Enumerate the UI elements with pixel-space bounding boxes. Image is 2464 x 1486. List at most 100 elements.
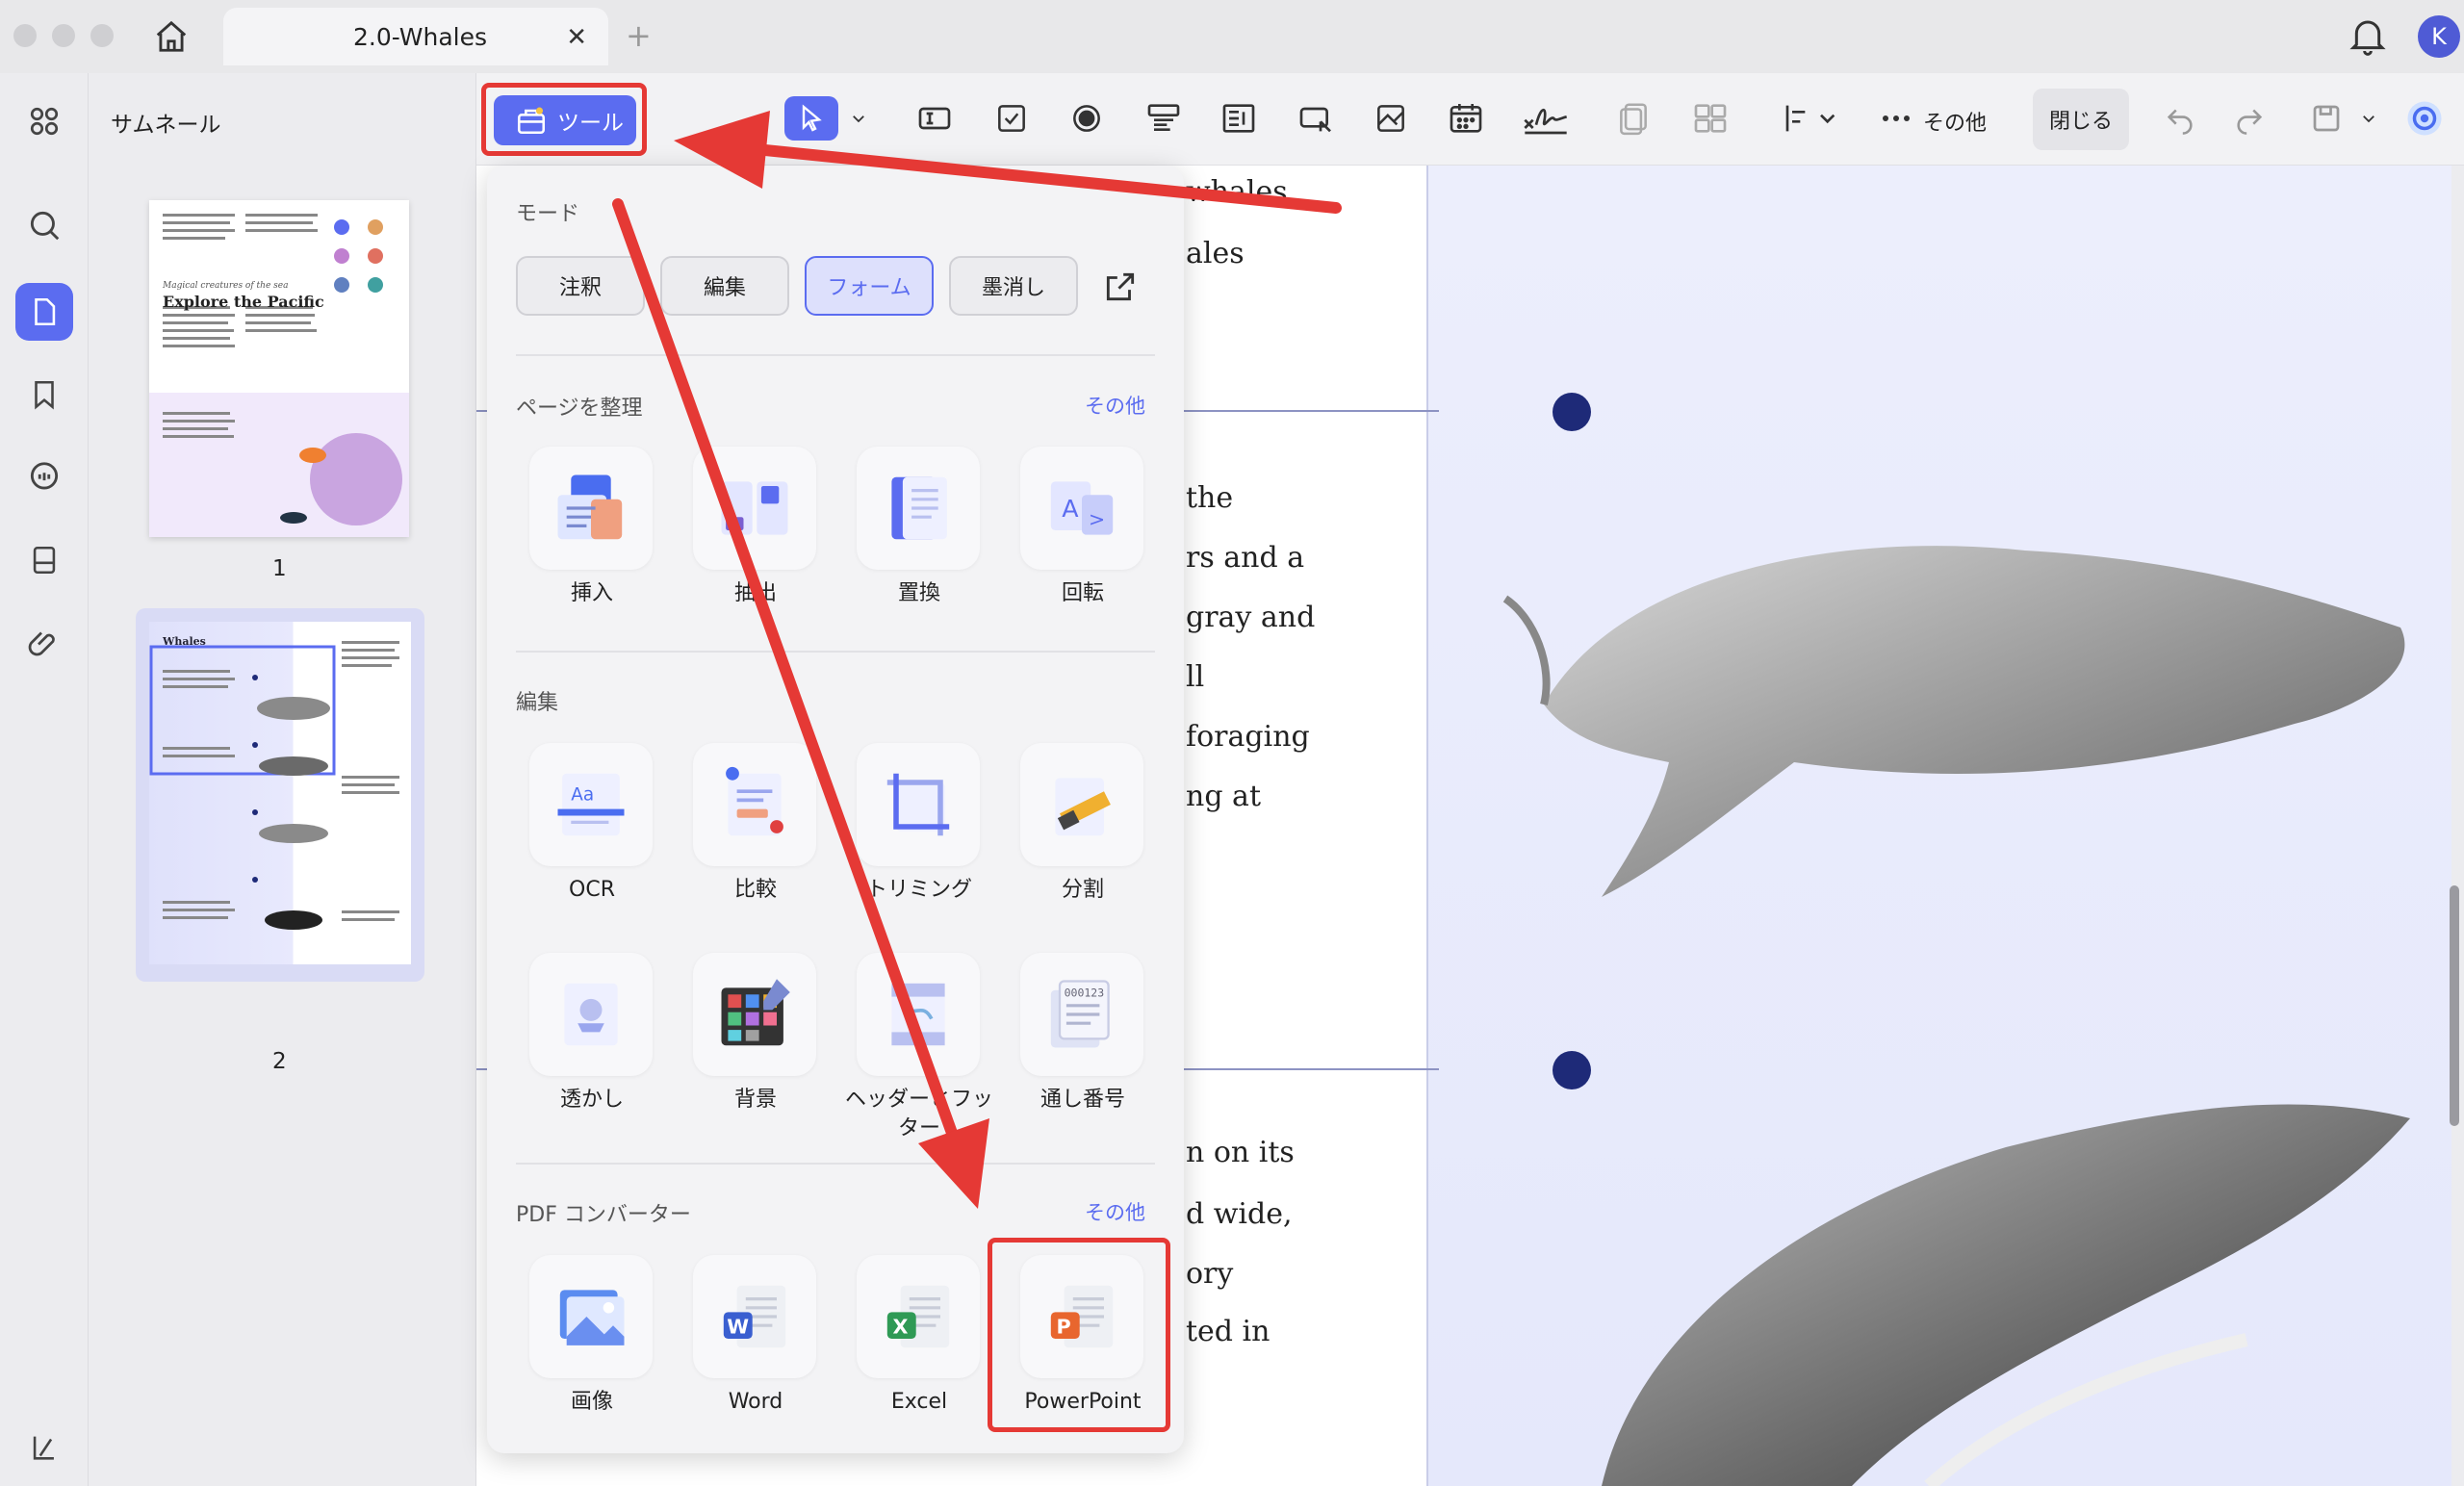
rail-thumbnails-button[interactable] [15,283,73,341]
document-tab[interactable]: 2.0-Whales ✕ [223,8,608,65]
combo-box-icon [1147,104,1180,131]
home-icon [156,20,187,52]
mode-edit-button[interactable]: 編集 [660,256,789,316]
thumbnail-page-1[interactable]: Magical creatures of the sea Explore the… [149,200,409,537]
svg-text:Aa: Aa [571,784,594,805]
text-field-tool-button[interactable] [912,96,957,141]
mode-annotate-button[interactable]: 注釈 [516,256,645,316]
timeline-dot [1553,1051,1591,1089]
svg-text:A: A [1062,495,1079,523]
svg-text:X: X [893,1315,909,1338]
rail-apps-button[interactable] [15,92,73,150]
split-tile[interactable] [1020,743,1143,866]
checkbox-tool-button[interactable] [989,96,1034,141]
tab-close-icon[interactable]: ✕ [566,23,587,52]
replace-pages-tile[interactable] [857,447,980,570]
compare-label: 比較 [733,878,777,902]
image-field-tool-button[interactable] [1369,96,1413,141]
tools-button[interactable]: ツール [494,95,636,145]
combo-box-tool-button[interactable] [1142,96,1186,141]
tools-button-label: ツール [557,111,624,136]
doc-text-fragment: foraging [1186,720,1310,754]
doc-text-fragment: ory [1186,1257,1234,1291]
signature-tool-button[interactable] [1519,96,1573,141]
left-icon-rail [0,73,89,1486]
thumbnail-page-2-selected[interactable]: Whales [136,608,424,982]
align-tool-button[interactable] [1781,96,1842,141]
popout-button[interactable] [1099,266,1142,308]
date-field-tool-button[interactable] [1444,96,1488,141]
radio-tool-button[interactable] [1065,96,1109,141]
rail-search-button[interactable] [15,196,73,254]
background-label: 背景 [733,1088,777,1112]
mode-form-button[interactable]: フォーム [805,256,934,316]
cursor-icon [802,104,822,132]
list-box-tool-button[interactable] [1217,96,1261,141]
user-avatar[interactable]: K [2418,15,2460,58]
header-footer-icon [891,983,945,1046]
split-label: 分割 [1061,878,1104,902]
convert-excel-tile[interactable]: X [857,1255,980,1378]
search-icon [30,211,60,241]
redo-button[interactable] [2227,96,2272,141]
crop-tile[interactable] [857,743,980,866]
title-bar: 2.0-Whales ✕ + K [0,0,2464,73]
button-tool-button[interactable] [1294,96,1338,141]
ocr-tile[interactable]: Aa [529,743,653,866]
insert-pages-tile[interactable] [529,447,653,570]
ai-assistant-button[interactable] [2402,96,2447,141]
sidebar-toggle-icon [33,1436,54,1460]
duplicate-tool-button[interactable] [1611,96,1656,141]
thumbnail-page-2[interactable]: Whales [149,622,411,964]
replace-pages-icon [891,476,947,540]
bates-number-tile[interactable]: 000123 [1020,953,1143,1076]
rail-stamp-button[interactable] [15,531,73,589]
convert-excel-label: Excel [890,1390,948,1414]
extract-pages-tile[interactable] [693,447,816,570]
crop-icon [886,773,950,836]
grid-tool-button[interactable] [1688,96,1732,141]
vertical-scrollbar[interactable] [2450,885,2459,1126]
image-field-icon [1377,105,1404,132]
copy-pages-icon [1620,103,1647,136]
rotate-pages-tile[interactable]: A > [1020,447,1143,570]
page-2-preview [149,641,399,930]
more-tools-label[interactable]: その他 [1923,106,1987,137]
rail-bottom-button[interactable] [15,1419,73,1476]
select-tool-dropdown[interactable] [841,96,876,141]
converter-more-link[interactable]: その他 [1085,1197,1145,1226]
insert-pages-icon [557,474,623,540]
watermark-tile[interactable] [529,953,653,1076]
window-close-button[interactable] [13,24,37,47]
ai-assistant-icon [2407,101,2442,136]
more-dots-icon[interactable] [1877,96,1915,141]
doc-text-fragment: whales [1186,175,1288,209]
extract-pages-label: 抽出 [733,581,777,605]
close-form-mode-button[interactable]: 閉じる [2033,89,2129,150]
doc-text-fragment: ted in [1186,1315,1270,1348]
new-tab-icon[interactable]: + [626,17,652,54]
convert-image-tile[interactable] [529,1255,653,1378]
select-tool-button[interactable] [784,96,838,141]
rail-bookmark-button[interactable] [15,366,73,423]
rail-comments-button[interactable] [15,448,73,506]
header-footer-tile[interactable] [857,953,980,1076]
home-button[interactable] [152,17,191,56]
background-tile[interactable] [693,953,816,1076]
convert-word-tile[interactable]: W [693,1255,816,1378]
extract-pages-icon [721,481,788,535]
list-box-icon [1222,104,1255,133]
save-dropdown[interactable] [2354,96,2383,141]
svg-text:>: > [1089,507,1105,530]
organize-more-link[interactable]: その他 [1085,391,1145,420]
thumb1-subheading: Magical creatures of the sea [163,281,289,291]
window-zoom-button[interactable] [90,24,114,47]
bookmark-icon [35,380,54,410]
window-minimize-button[interactable] [52,24,75,47]
undo-button[interactable] [2158,96,2202,141]
save-button[interactable] [2304,96,2348,141]
mode-redact-button[interactable]: 墨消し [949,256,1078,316]
compare-tile[interactable] [693,743,816,866]
rail-attachment-button[interactable] [15,614,73,672]
bell-icon[interactable] [2348,15,2387,58]
